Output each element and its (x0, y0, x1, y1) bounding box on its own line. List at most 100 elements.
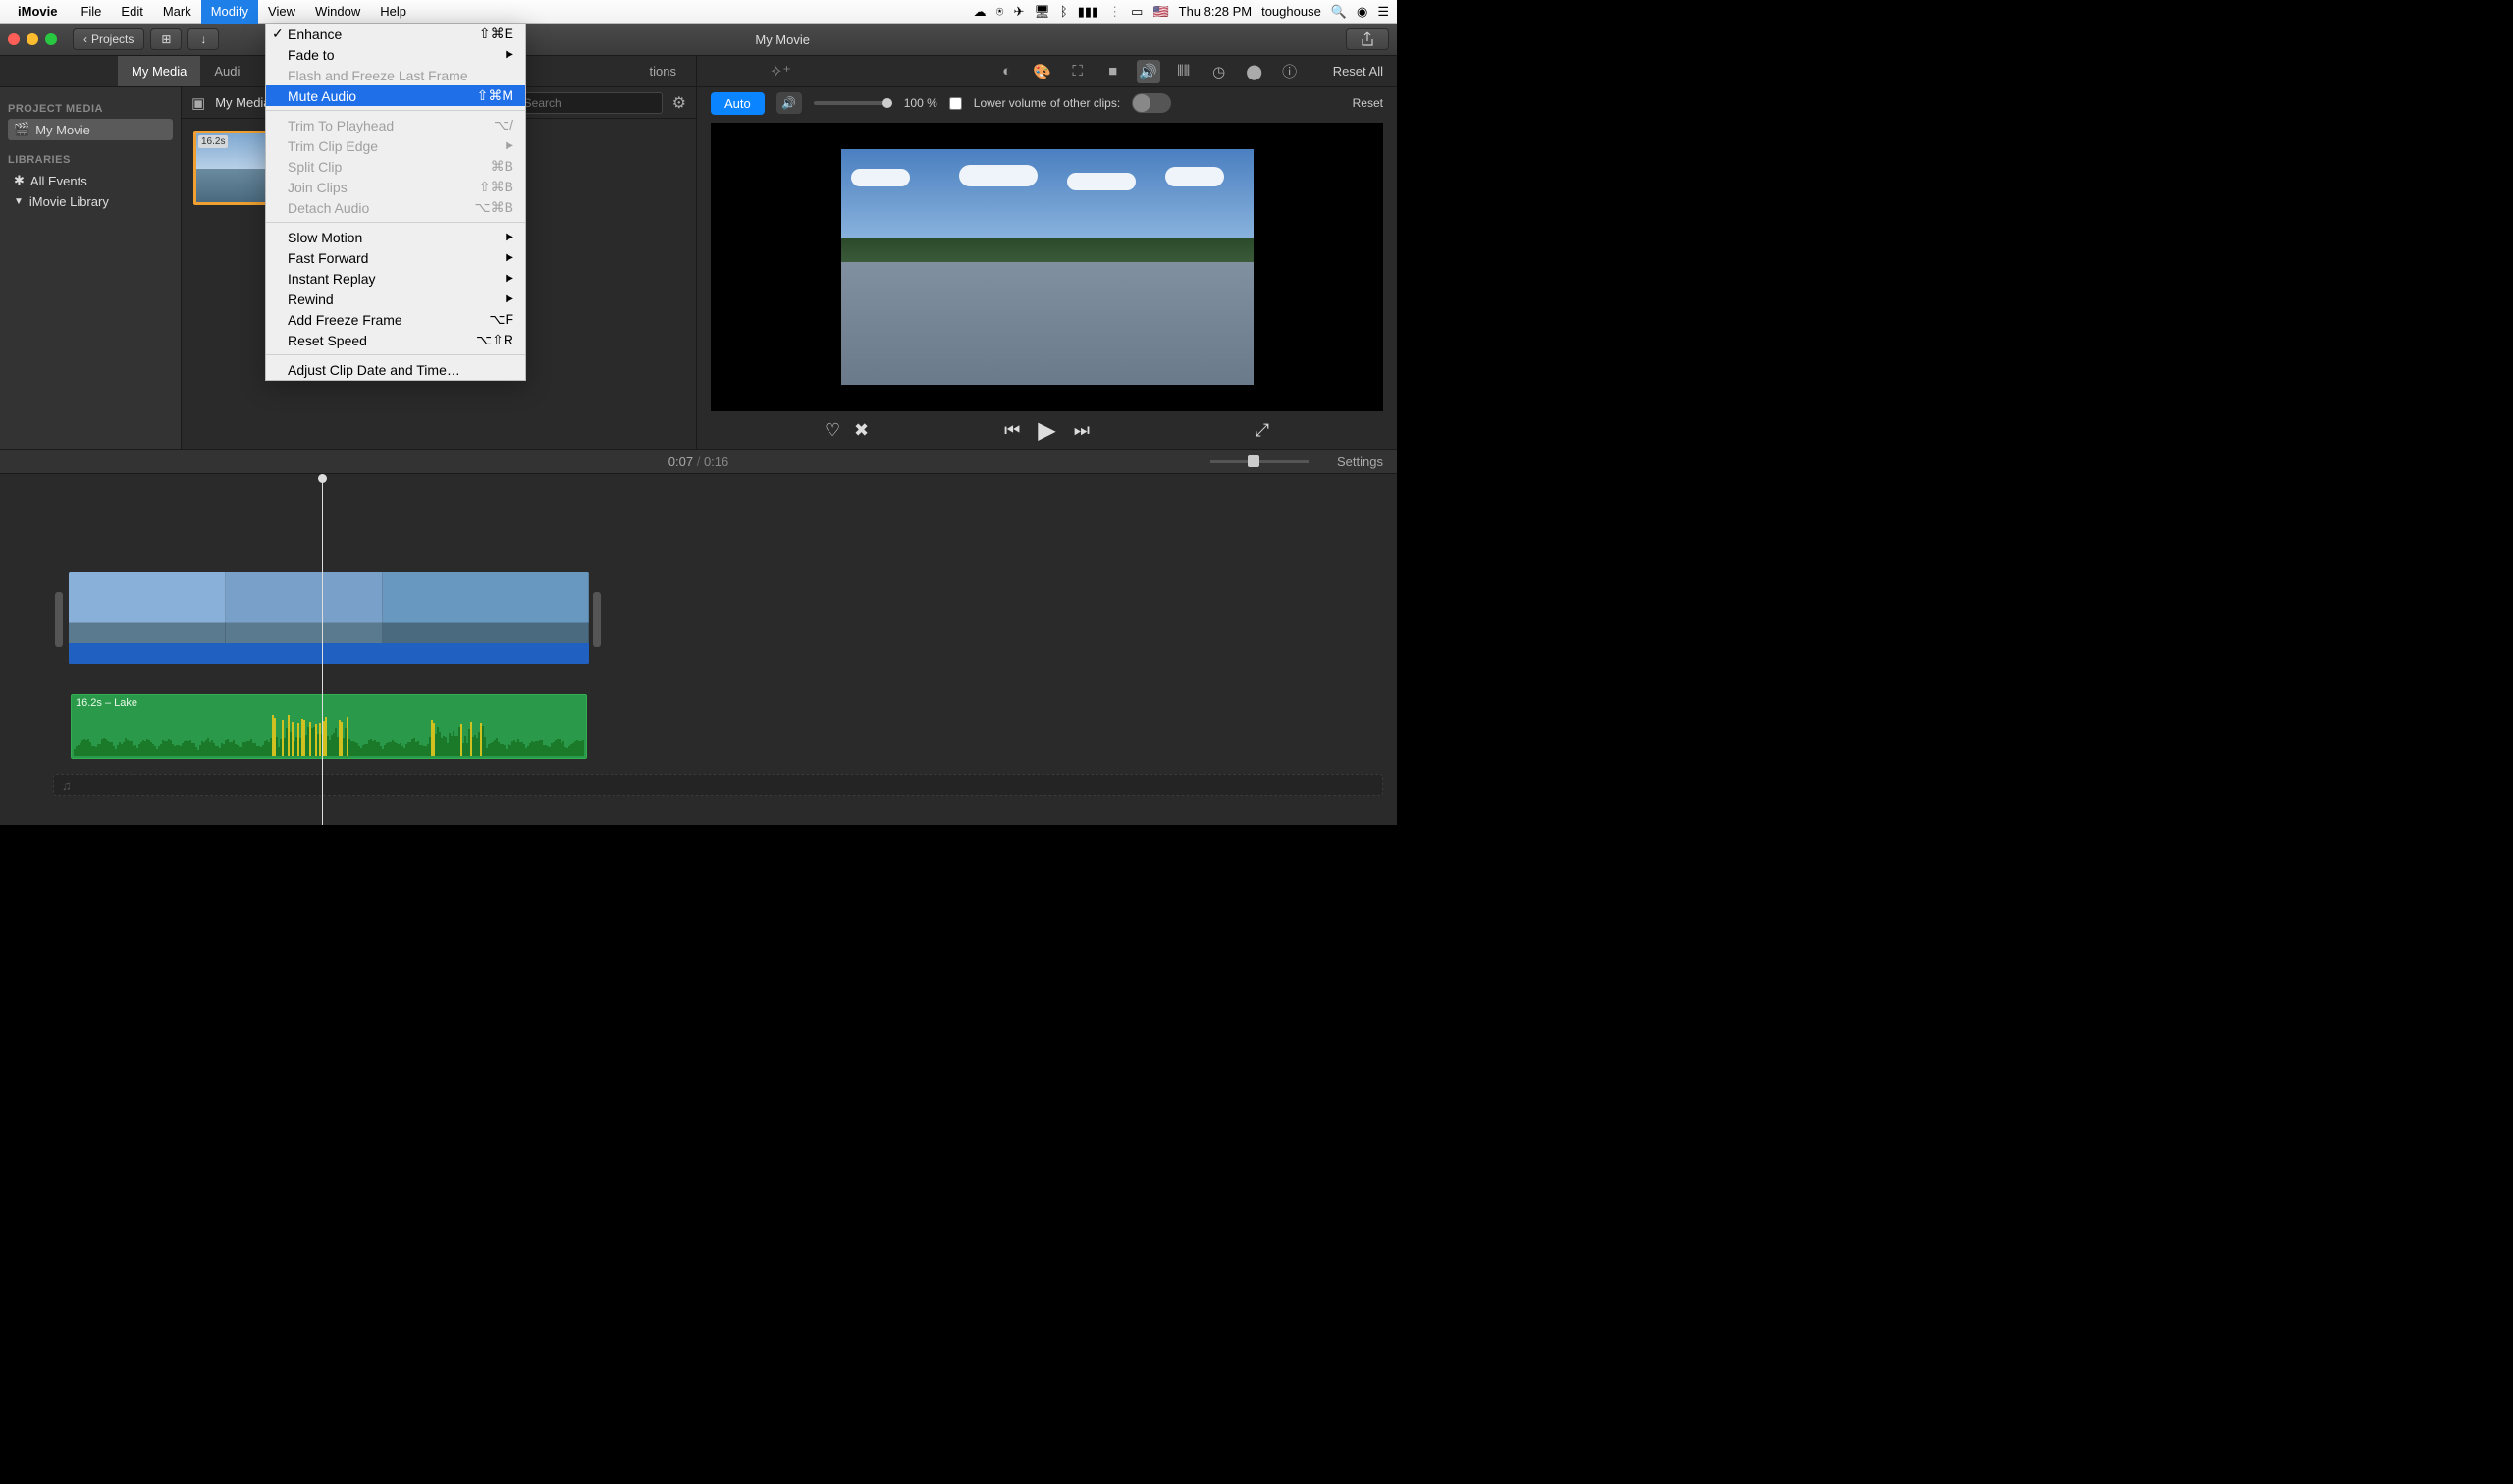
app-name[interactable]: iMovie (18, 4, 57, 19)
menu-item-rewind[interactable]: Rewind▶ (266, 289, 525, 309)
spotlight-icon[interactable]: 🔍 (1331, 4, 1347, 20)
clapper-icon: 🎬 (14, 122, 29, 137)
reset-button[interactable]: Reset (1353, 96, 1383, 110)
speed-icon[interactable]: ◷ (1207, 60, 1231, 83)
menu-help[interactable]: Help (370, 0, 416, 24)
prev-button[interactable]: ⏮ (1004, 420, 1020, 441)
menu-item-adjust-clip-date-and-time-[interactable]: Adjust Clip Date and Time… (266, 359, 525, 380)
zoom-slider[interactable] (1210, 460, 1309, 463)
video-viewer[interactable] (711, 123, 1383, 411)
wifi-icon[interactable]: ⋮ (1108, 4, 1121, 20)
menu-item-trim-clip-edge: Trim Clip Edge▶ (266, 135, 525, 156)
video-track-clip[interactable] (69, 572, 589, 664)
volume-icon[interactable]: 🔊 (1137, 60, 1160, 83)
volume-slider[interactable] (814, 101, 892, 105)
crop-icon[interactable]: ⛶ (1066, 60, 1090, 83)
macos-menubar: iMovie File Edit Mark Modify View Window… (0, 0, 1397, 24)
auto-button[interactable]: Auto (711, 92, 765, 115)
menu-view[interactable]: View (258, 0, 305, 24)
fullscreen-icon[interactable]: ⤢ (1256, 420, 1269, 441)
favorite-icon[interactable]: ♡ (825, 420, 840, 441)
menu-item-fade-to[interactable]: Fade to▶ (266, 44, 525, 65)
username[interactable]: toughouse (1261, 4, 1321, 19)
close-button[interactable] (8, 33, 20, 45)
lower-volume-checkbox[interactable] (949, 97, 962, 110)
window-controls (8, 33, 57, 45)
layout-icon[interactable]: ▣ (191, 94, 205, 112)
music-track[interactable]: ♫ (53, 774, 1383, 796)
battery-icon[interactable]: ▮▮▮ (1078, 4, 1098, 20)
clock[interactable]: Thu 8:28 PM (1179, 4, 1252, 19)
tab-transitions[interactable]: tions (636, 56, 696, 86)
clip-handle-left[interactable] (55, 592, 63, 647)
menu-item-add-freeze-frame[interactable]: Add Freeze Frame⌥F (266, 309, 525, 330)
zoom-button[interactable] (45, 33, 57, 45)
sidebar-project[interactable]: 🎬 My Movie (8, 119, 173, 140)
menu-item-reset-speed[interactable]: Reset Speed⌥⇧R (266, 330, 525, 350)
menu-window[interactable]: Window (305, 0, 370, 24)
playhead[interactable] (322, 474, 323, 825)
siri-icon[interactable]: ◉ (1357, 4, 1367, 20)
menu-edit[interactable]: Edit (111, 0, 152, 24)
menu-item-instant-replay[interactable]: Instant Replay▶ (266, 268, 525, 289)
audio-clip-label: 16.2s – Lake (76, 697, 137, 709)
stabilization-icon[interactable]: ■ (1101, 60, 1125, 83)
magic-wand-icon[interactable]: ✧⁺ (770, 62, 791, 81)
mute-button[interactable]: 🔊 (776, 92, 802, 114)
clip-filter-icon[interactable]: ⬤ (1243, 60, 1266, 83)
info-icon[interactable]: ⓘ (1278, 60, 1302, 83)
color-correction-icon[interactable]: 🎨 (1031, 60, 1054, 83)
timeline[interactable]: 16.2s – Lake ♫ (0, 474, 1397, 825)
sidebar-all-events[interactable]: ✱ All Events (8, 170, 173, 191)
menu-item-mute-audio[interactable]: Mute Audio⇧⌘M (266, 85, 525, 106)
music-icon: ♫ (62, 778, 72, 793)
menu-mark[interactable]: Mark (153, 0, 201, 24)
timeline-settings-button[interactable]: Settings (1337, 454, 1383, 469)
color-balance-icon[interactable]: ◐ (995, 60, 1019, 83)
audio-track-clip[interactable]: 16.2s – Lake (71, 694, 587, 759)
noise-reduction-icon[interactable]: ⦀⦀ (1172, 60, 1196, 83)
video-frame (841, 149, 1254, 385)
reset-all-button[interactable]: Reset All (1333, 64, 1383, 79)
menu-item-fast-forward[interactable]: Fast Forward▶ (266, 247, 525, 268)
timeline-header: 0:07 / 0:16 Settings (0, 449, 1397, 474)
tab-my-media[interactable]: My Media (118, 56, 200, 86)
menu-file[interactable]: File (71, 0, 111, 24)
gear-icon[interactable]: ⚙ (672, 93, 686, 113)
clip-handle-right[interactable] (593, 592, 601, 647)
tab-audio[interactable]: Audi (200, 56, 253, 86)
disclosure-icon: ▼ (14, 196, 24, 207)
import-button[interactable]: ⊞ (150, 28, 182, 50)
flag-icon[interactable]: 🇺🇸 (1152, 4, 1168, 20)
share-button[interactable] (1346, 28, 1389, 50)
display-icon[interactable]: 🖥 (1034, 4, 1050, 20)
download-button[interactable]: ↓ (187, 28, 219, 50)
back-button[interactable]: ‹ Projects (73, 28, 144, 50)
notification-icon[interactable]: ☰ (1377, 4, 1389, 20)
sidebar-library[interactable]: ▼ iMovie Library (8, 191, 173, 212)
search-input[interactable] (515, 92, 663, 114)
volume-percent: 100 % (904, 96, 937, 110)
menu-item-slow-motion[interactable]: Slow Motion▶ (266, 227, 525, 247)
menu-item-join-clips: Join Clips⇧⌘B (266, 177, 525, 197)
bluetooth-icon[interactable]: ᛒ (1060, 4, 1068, 19)
wechat-icon[interactable]: ☁ (974, 4, 987, 20)
battery2-icon[interactable]: ▭ (1131, 4, 1143, 20)
minimize-button[interactable] (27, 33, 38, 45)
menu-item-enhance[interactable]: ✓Enhance⇧⌘E (266, 24, 525, 44)
menu-item-flash-and-freeze-last-frame: Flash and Freeze Last Frame (266, 65, 525, 85)
search-icon[interactable]: ⍟ (996, 4, 1004, 20)
modify-dropdown: ✓Enhance⇧⌘EFade to▶Flash and Freeze Last… (265, 24, 526, 381)
sidebar-library-label: iMovie Library (29, 194, 109, 209)
play-button[interactable]: ▶ (1038, 416, 1055, 445)
transport-controls: ♡ ✖ ⏮ ▶ ⏭ ⤢ (697, 411, 1397, 449)
reject-icon[interactable]: ✖ (854, 420, 869, 441)
viewer-panel: ✧⁺ ◐ 🎨 ⛶ ■ 🔊 ⦀⦀ ◷ ⬤ ⓘ Reset All Auto 🔊 1… (697, 56, 1397, 449)
send-icon[interactable]: ✈ (1013, 4, 1024, 20)
menu-modify[interactable]: Modify (201, 0, 258, 24)
next-button[interactable]: ⏭ (1074, 420, 1090, 441)
ducking-toggle[interactable] (1132, 93, 1171, 113)
viewer-tools: ✧⁺ ◐ 🎨 ⛶ ■ 🔊 ⦀⦀ ◷ ⬤ ⓘ Reset All (697, 56, 1397, 87)
time-current: 0:07 (668, 454, 693, 469)
menu-item-split-clip: Split Clip⌘B (266, 156, 525, 177)
